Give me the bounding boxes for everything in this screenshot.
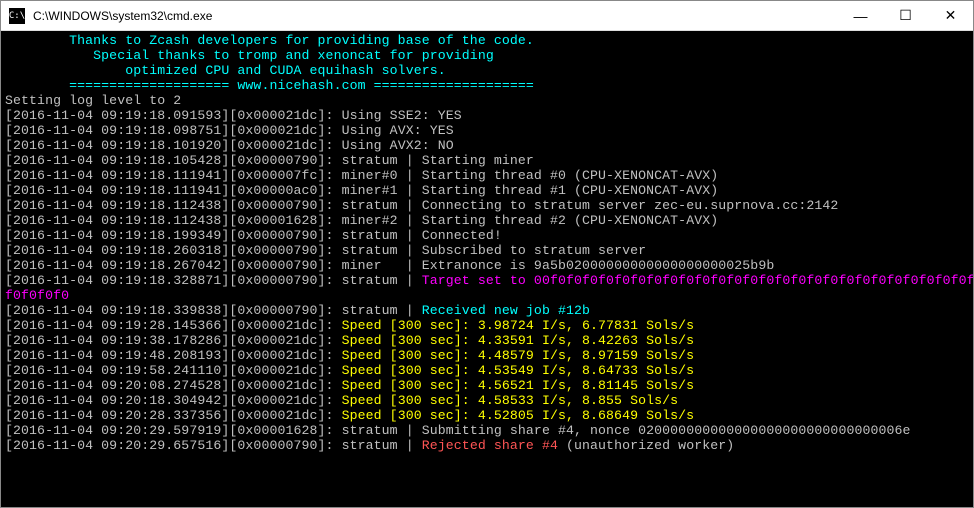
- titlebar[interactable]: C:\ C:\WINDOWS\system32\cmd.exe — ☐ ✕: [1, 1, 973, 31]
- window-frame: C:\ C:\WINDOWS\system32\cmd.exe — ☐ ✕ Th…: [0, 0, 974, 508]
- close-button[interactable]: ✕: [928, 1, 973, 30]
- console-output[interactable]: Thanks to Zcash developers for providing…: [1, 31, 973, 507]
- maximize-button[interactable]: ☐: [883, 1, 928, 30]
- minimize-button[interactable]: —: [838, 1, 883, 30]
- window-title: C:\WINDOWS\system32\cmd.exe: [33, 9, 838, 23]
- app-icon: C:\: [9, 8, 25, 24]
- window-controls: — ☐ ✕: [838, 1, 973, 30]
